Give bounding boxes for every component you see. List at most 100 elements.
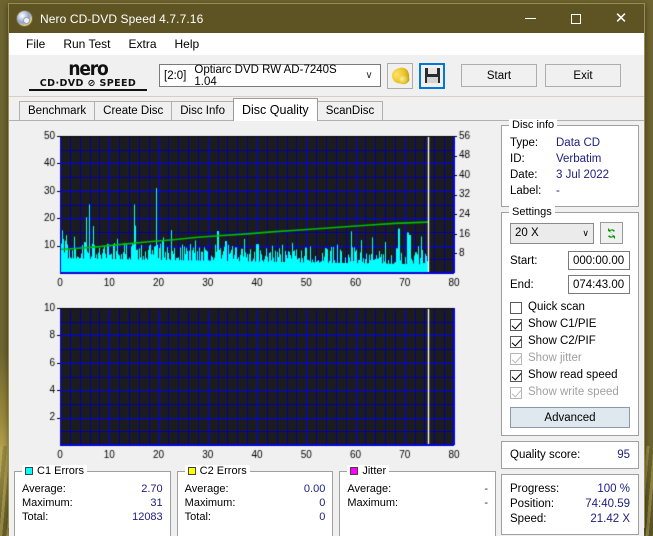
menu-item-run-test[interactable]: Run Test xyxy=(54,35,119,53)
c2-maximum-row: Maximum: 0 xyxy=(185,496,326,510)
menu-item-extra[interactable]: Extra xyxy=(119,35,165,53)
jitter-average-row: Average: - xyxy=(347,482,488,496)
quality-score-value: 95 xyxy=(617,449,630,461)
disc-label-row: Label: - xyxy=(510,183,630,199)
floppy-save-icon xyxy=(424,68,440,83)
speed-select-value: 20 X xyxy=(515,227,539,239)
refresh-button[interactable] xyxy=(600,222,623,244)
tab-disc-quality[interactable]: Disc Quality xyxy=(233,98,318,121)
start-input[interactable]: 000:00.00 xyxy=(568,251,630,270)
side-panel: Disc info Type: Data CD ID: Verbatim Dat… xyxy=(501,119,639,536)
quality-score-group: Quality score: 95 xyxy=(501,441,639,469)
start-label: Start: xyxy=(510,254,538,267)
checkbox-show-write-speed-label: Show write speed xyxy=(528,386,619,398)
c2-errors-plot-canvas xyxy=(14,297,500,467)
checkbox-show-write-speed-box xyxy=(510,386,522,399)
jitter-maximum-value: - xyxy=(484,497,489,509)
checkbox-show-c2-pif-box xyxy=(510,335,522,348)
speed-label: Speed: xyxy=(510,513,547,525)
nero-disc-icon xyxy=(16,10,33,27)
c1-total-value: 12083 xyxy=(132,511,163,523)
drive-select[interactable]: [2:0] Optiarc DVD RW AD-7240S 1.04 ∨ xyxy=(159,63,381,88)
checkbox-show-read-speed-label: Show read speed xyxy=(528,369,618,381)
minimize-button[interactable] xyxy=(508,4,553,33)
disc-info-group: Disc info Type: Data CD ID: Verbatim Dat… xyxy=(501,119,639,207)
window-controls: ✕ xyxy=(508,4,644,33)
checkbox-quick-scan[interactable]: Quick scan xyxy=(510,299,630,316)
c1-errors-chart xyxy=(14,125,500,295)
checkbox-show-c2-pif-label: Show C2/PIF xyxy=(528,335,596,347)
c2-maximum-key: Maximum: xyxy=(184,497,236,509)
speed-row: 20 X ∨ xyxy=(510,222,630,244)
jitter-average-key: Average: xyxy=(347,483,392,495)
disc-date-value: 3 Jul 2022 xyxy=(556,169,610,181)
window-title: Nero CD-DVD Speed 4.7.7.16 xyxy=(40,11,204,26)
position-label: Position: xyxy=(510,498,555,510)
c1-average-row: Average: 2.70 xyxy=(22,482,163,496)
nero-logo-subtitle: CD·DVD ⊘ SPEED xyxy=(29,78,147,91)
progress-label: Progress: xyxy=(510,483,560,495)
end-label: End: xyxy=(510,278,534,291)
chevron-down-icon: ∨ xyxy=(365,70,373,81)
maximize-button[interactable] xyxy=(553,4,598,33)
start-button[interactable]: Start xyxy=(461,64,537,87)
speed-value: 21.42 X xyxy=(590,513,630,525)
drive-address: [2:0] xyxy=(164,69,187,82)
c2-average-row: Average: 0.00 xyxy=(185,482,326,496)
menu-item-file[interactable]: File xyxy=(17,35,54,53)
quality-score-row: Quality score: 95 xyxy=(510,449,630,461)
checkbox-show-read-speed[interactable]: Show read speed xyxy=(510,367,630,384)
jitter-maximum-key: Maximum: xyxy=(347,497,399,509)
close-button[interactable]: ✕ xyxy=(598,4,644,33)
c1-maximum-key: Maximum: xyxy=(22,497,73,509)
menu-item-help[interactable]: Help xyxy=(166,35,209,53)
checkbox-show-c1-pie[interactable]: Show C1/PIE xyxy=(510,316,630,333)
jitter-legend-swatch xyxy=(350,467,359,475)
c1-total-row: Total: 12083 xyxy=(22,510,163,524)
c1-average-value: 2.70 xyxy=(141,483,163,495)
chevron-down-icon: ∨ xyxy=(582,227,589,238)
drive-name: Optiarc DVD RW AD-7240S 1.04 xyxy=(194,63,337,88)
save-results-button[interactable] xyxy=(419,62,445,89)
checkbox-quick-scan-label: Quick scan xyxy=(528,301,585,313)
disc-date-row: Date: 3 Jul 2022 xyxy=(510,167,630,183)
eject-disc-button[interactable] xyxy=(387,62,413,89)
c1-total-key: Total: xyxy=(22,511,49,523)
toolbar: nero CD·DVD ⊘ SPEED [2:0] Optiarc DVD RW… xyxy=(9,55,644,97)
charts-column: C1 Errors Average: 2.70 Maximum: 31 Tota… xyxy=(14,125,500,536)
checkbox-show-c2-pif[interactable]: Show C2/PIF xyxy=(510,333,630,350)
tab-benchmark[interactable]: Benchmark xyxy=(19,101,96,120)
end-field-row: End: 074:43.00 xyxy=(510,275,630,294)
nero-logo: nero CD·DVD ⊘ SPEED xyxy=(27,59,149,91)
menu-bar: File Run Test Extra Help xyxy=(9,33,644,55)
tab-scandisc[interactable]: ScanDisc xyxy=(316,101,384,120)
speed-select[interactable]: 20 X ∨ xyxy=(510,222,594,244)
start-field-row: Start: 000:00.00 xyxy=(510,251,630,270)
settings-group: Settings 20 X ∨ Start: 000:00.00 End: 07… xyxy=(501,206,639,436)
exit-button[interactable]: Exit xyxy=(545,64,621,87)
c2-average-value: 0.00 xyxy=(303,483,326,495)
refresh-icon xyxy=(608,227,615,239)
disc-label-key: Label: xyxy=(510,185,542,197)
c1-errors-label: C1 Errors xyxy=(37,465,85,477)
checkbox-show-write-speed: Show write speed xyxy=(510,384,630,401)
disc-id-row: ID: Verbatim xyxy=(510,151,630,167)
c1-legend-swatch xyxy=(25,467,33,475)
close-icon: ✕ xyxy=(614,9,628,27)
c2-errors-label: C2 Errors xyxy=(199,465,247,477)
tab-create-disc[interactable]: Create Disc xyxy=(94,101,173,120)
checkbox-quick-scan-box xyxy=(510,301,522,314)
tab-disc-info[interactable]: Disc Info xyxy=(171,101,234,120)
c2-total-value: 0 xyxy=(319,511,326,523)
c2-legend-swatch xyxy=(187,467,196,475)
advanced-button[interactable]: Advanced xyxy=(510,407,630,428)
tab-content-disc-quality: C1 Errors Average: 2.70 Maximum: 31 Tota… xyxy=(9,119,644,536)
end-input[interactable]: 074:43.00 xyxy=(568,275,630,294)
c2-maximum-value: 0 xyxy=(319,497,326,509)
c2-errors-chart xyxy=(14,297,500,467)
title-bar: Nero CD-DVD Speed 4.7.7.16 ✕ xyxy=(9,4,644,33)
position-row: Position: 74:40.59 xyxy=(510,497,630,512)
c1-maximum-value: 31 xyxy=(150,497,163,509)
disc-info-title: Disc info xyxy=(509,119,558,131)
progress-row: Progress: 100 % xyxy=(510,482,630,497)
